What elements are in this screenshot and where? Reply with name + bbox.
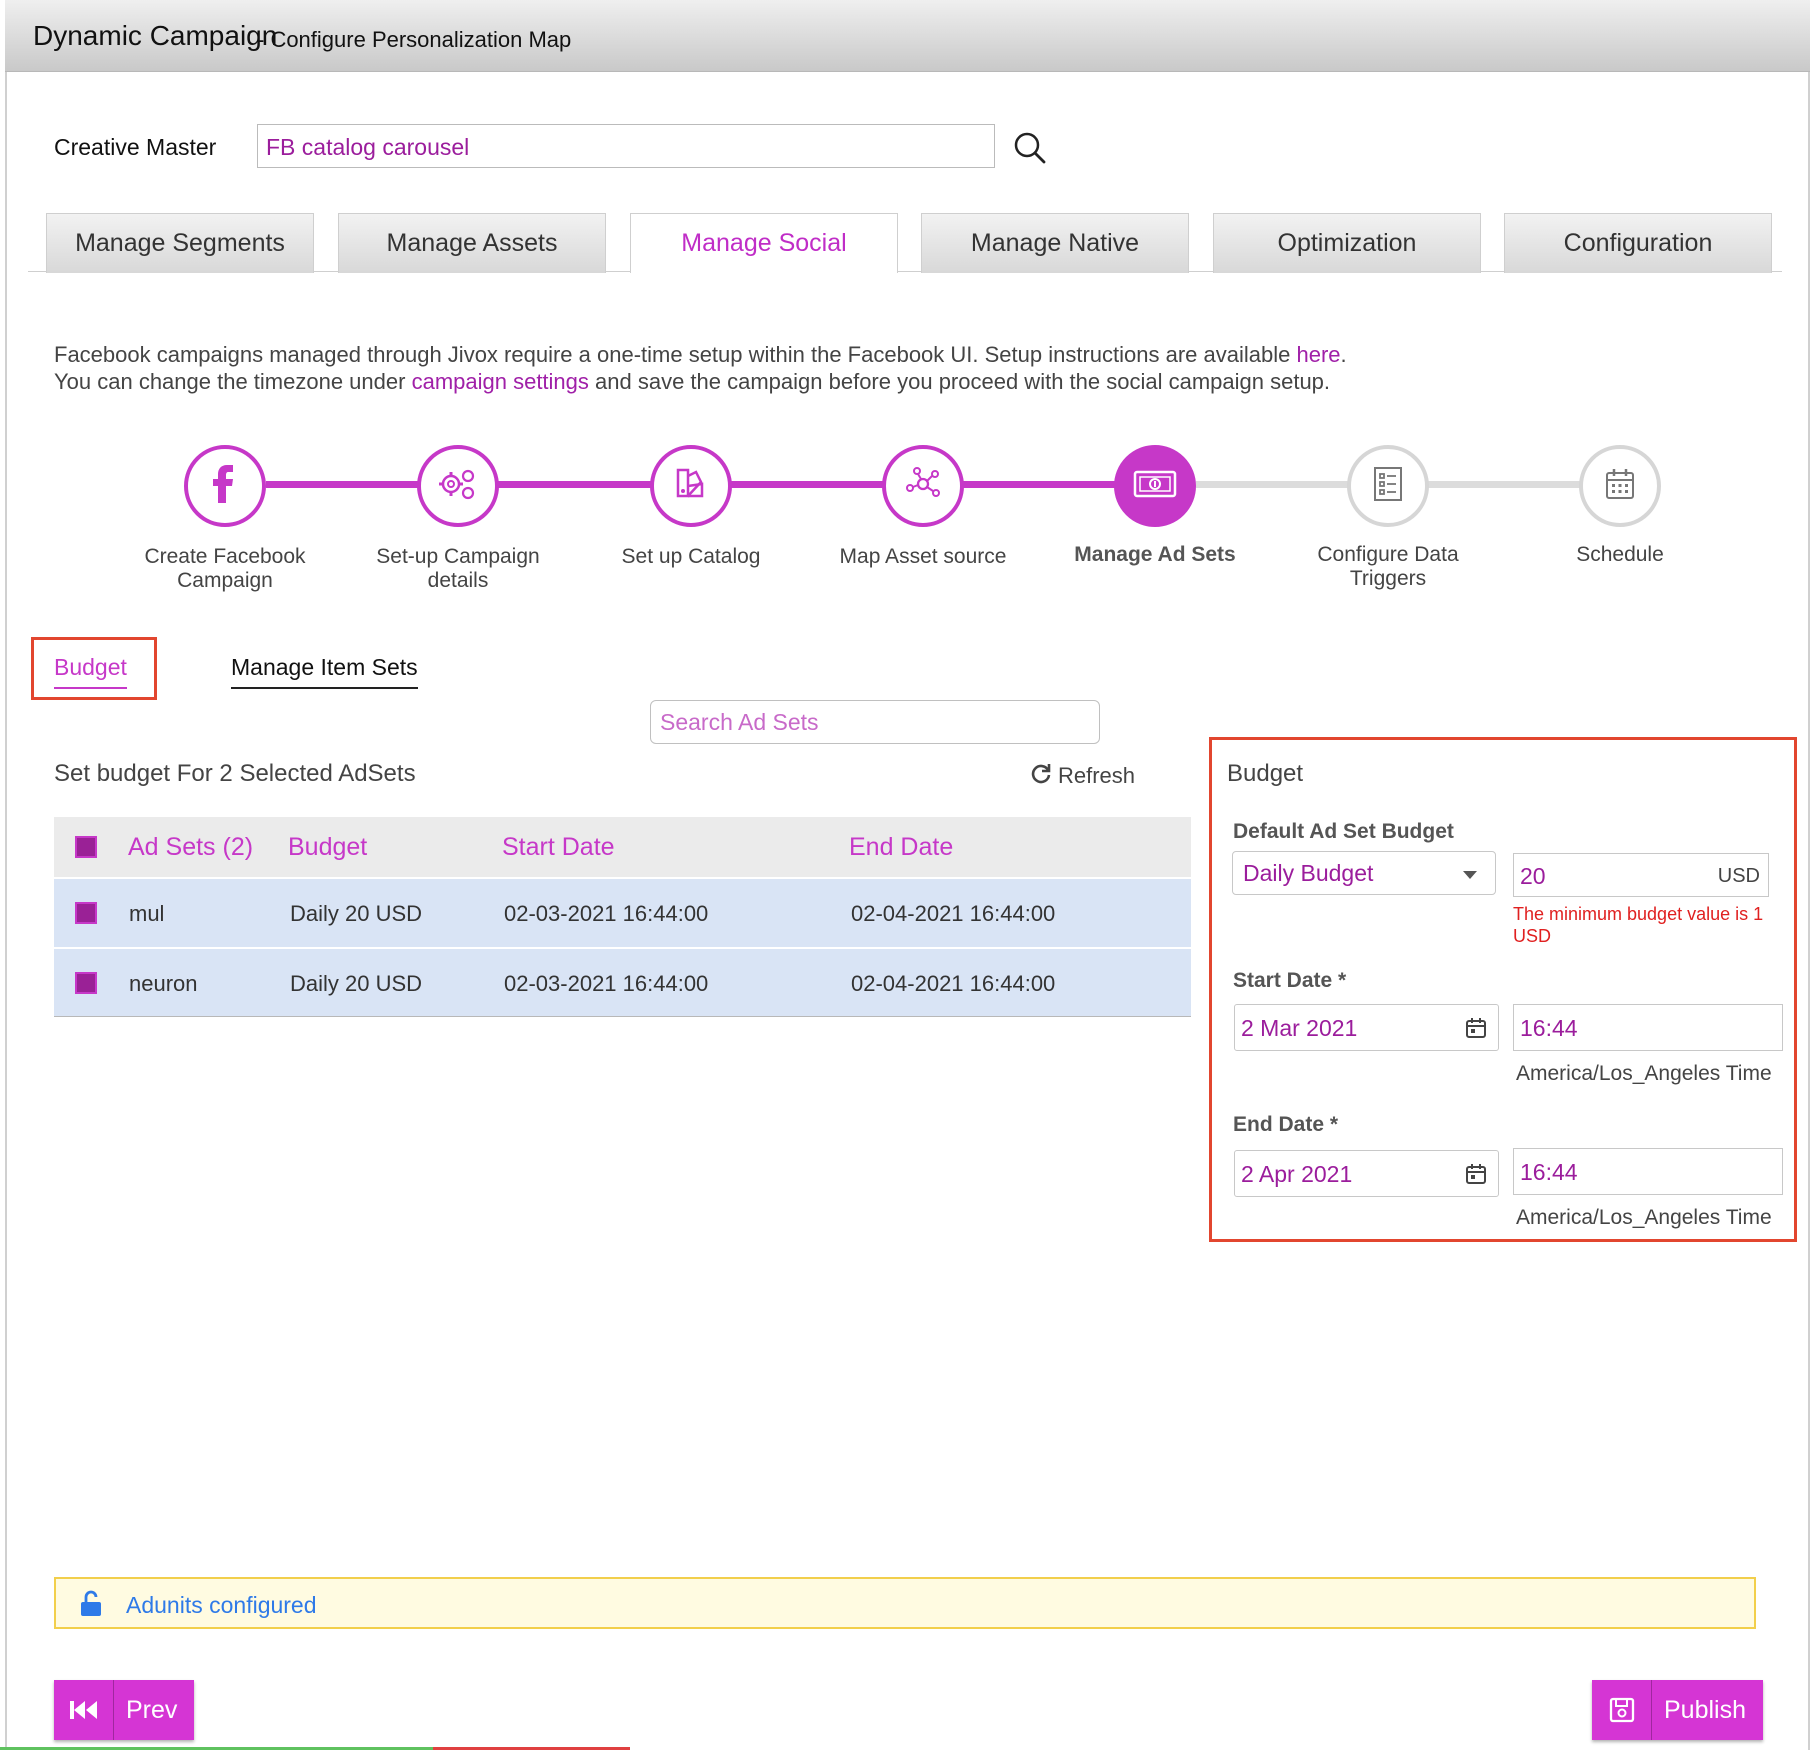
calendar-icon[interactable] (1464, 1016, 1488, 1046)
refresh-button[interactable]: Refresh (1030, 762, 1135, 790)
end-time-input[interactable]: 16:44 (1513, 1148, 1783, 1195)
start-date-input[interactable]: 2 Mar 2021 (1234, 1004, 1499, 1051)
step-setup-catalog[interactable] (650, 445, 732, 527)
end-timezone-label: America/Los_Angeles Time (1516, 1206, 1772, 1229)
step-create-facebook-campaign[interactable] (184, 445, 266, 527)
adunits-configured-notice: Adunits configured (54, 1577, 1756, 1629)
window-title: Dynamic Campaign (33, 20, 278, 51)
search-icon[interactable] (1010, 128, 1050, 168)
info-line1-text: Facebook campaigns managed through Jivox… (54, 342, 1297, 367)
end-date-input[interactable]: 2 Apr 2021 (1234, 1150, 1499, 1197)
checklist-icon (1372, 466, 1404, 507)
budget-type-select[interactable]: Daily Budget (1232, 851, 1496, 895)
end-date-label: End Date * (1233, 1113, 1339, 1136)
window-subtitle: - Configure Personalization Map (257, 27, 572, 52)
unlock-icon (78, 1590, 104, 1623)
currency-label: USD (1717, 865, 1760, 887)
tab-configuration[interactable]: Configuration (1504, 213, 1772, 273)
row-ad-set-name: neuron (129, 971, 198, 996)
publish-button[interactable]: Publish (1592, 1680, 1763, 1740)
subtab-budget[interactable]: Budget (54, 654, 127, 689)
calendar-icon[interactable] (1464, 1162, 1488, 1192)
step-label-setup-catalog: Set up Catalog (621, 545, 761, 568)
step-label-configure-data-triggers: Configure Data Triggers (1317, 543, 1459, 590)
gears-icon (437, 466, 479, 507)
header-start-date[interactable]: Start Date (502, 817, 615, 877)
row-start-date: 02-03-2021 16:44:00 (504, 901, 709, 926)
step-map-asset-source[interactable] (882, 445, 964, 527)
budget-type-value: Daily Budget (1243, 860, 1374, 886)
budget-panel: Budget Default Ad Set Budget Daily Budge… (1209, 737, 1797, 1242)
start-date-label: Start Date * (1233, 969, 1347, 992)
tab-manage-social[interactable]: Manage Social (630, 213, 898, 273)
refresh-label: Refresh (1058, 763, 1136, 788)
tab-optimization[interactable]: Optimization (1213, 213, 1481, 273)
header-end-date[interactable]: End Date (849, 817, 953, 877)
calendar-icon (1604, 467, 1636, 506)
budget-amount-value: 20 (1520, 863, 1546, 889)
setup-info: Facebook campaigns managed through Jivox… (54, 341, 1347, 395)
catalog-icon (673, 466, 709, 507)
budget-error-message: The minimum budget value is 1 USD (1513, 904, 1764, 946)
prev-label: Prev (126, 1695, 178, 1724)
creative-master-input[interactable]: FB catalog carousel (257, 124, 995, 168)
table-row[interactable]: neuron Daily 20 USD 02-03-2021 16:44:00 … (54, 947, 1191, 1017)
start-timezone-label: America/Los_Angeles Time (1516, 1062, 1772, 1085)
publish-label: Publish (1664, 1695, 1746, 1724)
info-line2-suffix: and save the campaign before you proceed… (588, 369, 1331, 394)
campaign-settings-link[interactable]: campaign settings (412, 369, 589, 394)
table-row[interactable]: mul Daily 20 USD 02-03-2021 16:44:00 02-… (54, 877, 1191, 947)
tab-manage-native[interactable]: Manage Native (921, 213, 1189, 273)
adunits-configured-text: Adunits configured (126, 1592, 317, 1618)
money-icon (1133, 469, 1177, 504)
header-ad-sets[interactable]: Ad Sets (2) (128, 817, 253, 877)
step-label-schedule: Schedule (1576, 543, 1664, 566)
setup-instructions-link[interactable]: here (1296, 342, 1340, 367)
row-checkbox[interactable] (75, 972, 97, 994)
budget-panel-title: Budget (1227, 760, 1304, 787)
row-end-date: 02-04-2021 16:44:00 (851, 971, 1056, 996)
info-line1-suffix: . (1340, 342, 1347, 367)
start-date-value: 2 Mar 2021 (1241, 1015, 1358, 1041)
info-line2-text: You can change the timezone under (54, 369, 412, 394)
default-ad-set-budget-label: Default Ad Set Budget (1233, 820, 1454, 843)
step-schedule[interactable] (1579, 445, 1661, 527)
step-label-map-asset-source: Map Asset source (839, 545, 1007, 568)
row-end-date: 02-04-2021 16:44:00 (851, 901, 1056, 926)
table-header: Ad Sets (2) Budget Start Date End Date (54, 817, 1191, 877)
facebook-icon (210, 464, 240, 509)
title-bar: Dynamic Campaign - Configure Personaliza… (5, 0, 1810, 72)
start-time-input[interactable]: 16:44 (1513, 1004, 1783, 1051)
step-label-manage-ad-sets: Manage Ad Sets (1074, 543, 1236, 566)
search-ad-sets-input[interactable] (650, 700, 1100, 744)
header-budget[interactable]: Budget (288, 817, 367, 877)
row-ad-set-name: mul (129, 901, 165, 926)
select-all-checkbox[interactable] (75, 836, 97, 858)
step-setup-campaign-details[interactable] (417, 445, 499, 527)
step-configure-data-triggers[interactable] (1347, 445, 1429, 527)
row-checkbox[interactable] (75, 902, 97, 924)
chevron-down-icon (1463, 871, 1477, 879)
end-date-value: 2 Apr 2021 (1241, 1161, 1353, 1187)
step-label-create-facebook-campaign: Create Facebook Campaign (144, 545, 306, 592)
set-budget-heading: Set budget For 2 Selected AdSets (54, 760, 416, 787)
refresh-icon (1030, 762, 1052, 790)
creative-master-label: Creative Master (54, 134, 217, 160)
skip-back-icon (54, 1680, 114, 1740)
row-budget: Daily 20 USD (290, 971, 423, 996)
step-label-setup-campaign-details: Set-up Campaign details (376, 545, 540, 592)
network-icon (902, 466, 944, 507)
budget-amount-input[interactable]: 20 USD (1513, 853, 1769, 897)
prev-button[interactable]: Prev (54, 1680, 195, 1740)
row-budget: Daily 20 USD (290, 901, 423, 926)
tab-manage-assets[interactable]: Manage Assets (338, 213, 606, 273)
save-icon (1592, 1680, 1652, 1740)
ad-sets-table: Ad Sets (2) Budget Start Date End Date m… (54, 817, 1191, 1017)
tab-manage-segments[interactable]: Manage Segments (46, 213, 314, 273)
step-manage-ad-sets[interactable] (1114, 445, 1196, 527)
row-start-date: 02-03-2021 16:44:00 (504, 971, 709, 996)
subtab-manage-item-sets[interactable]: Manage Item Sets (231, 654, 418, 689)
